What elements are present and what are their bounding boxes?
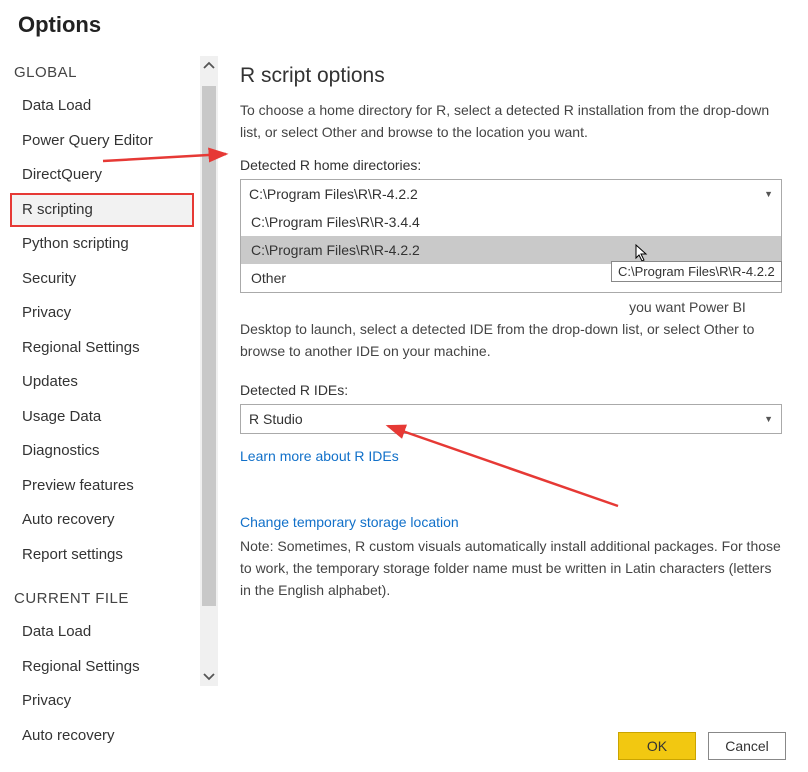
scroll-up-icon[interactable] <box>200 56 218 74</box>
sidebar: GLOBALData LoadPower Query EditorDirectQ… <box>0 46 218 696</box>
sidebar-item[interactable]: Privacy <box>10 684 194 719</box>
dropdown-option[interactable]: C:\Program Files\R\R-3.4.4 <box>241 208 781 236</box>
home-dir-label: Detected R home directories: <box>240 157 782 173</box>
sidebar-item[interactable]: Diagnostics <box>10 434 194 469</box>
sidebar-item[interactable]: Data Load <box>10 615 194 650</box>
sidebar-scrollbar[interactable] <box>200 56 218 686</box>
scrollbar-thumb[interactable] <box>202 86 216 606</box>
sidebar-item[interactable]: R scripting <box>10 193 194 228</box>
main-panel: R script options To choose a home direct… <box>218 46 808 696</box>
sidebar-item[interactable]: Usage Data <box>10 400 194 435</box>
cancel-button[interactable]: Cancel <box>708 732 786 760</box>
ide-intro-text: To choose which R integrated development… <box>240 297 782 362</box>
storage-note: Note: Sometimes, R custom visuals automa… <box>240 536 782 601</box>
sidebar-item[interactable]: Power Query Editor <box>10 124 194 159</box>
sidebar-item[interactable]: Regional Settings <box>10 650 194 685</box>
window-title: Options <box>0 0 808 46</box>
sidebar-item[interactable]: Report settings <box>10 538 194 573</box>
ide-value: R Studio <box>249 411 303 427</box>
sidebar-item[interactable]: Preview features <box>10 469 194 504</box>
dropdown-option-text: C:\Program Files\R\R-4.2.2 <box>251 242 420 258</box>
chevron-down-icon: ▼ <box>764 414 773 424</box>
body-area: GLOBALData LoadPower Query EditorDirectQ… <box>0 46 808 696</box>
sidebar-section-header: CURRENT FILE <box>10 572 218 615</box>
sidebar-section-header: GLOBAL <box>10 46 218 89</box>
chevron-down-icon: ▼ <box>764 189 773 199</box>
sidebar-item[interactable]: Python scripting <box>10 227 194 262</box>
dropdown-option-hovered[interactable]: C:\Program Files\R\R-4.2.2 C:\Program Fi… <box>241 236 781 264</box>
sidebar-item[interactable]: Updates <box>10 365 194 400</box>
sidebar-item[interactable]: Regional Settings <box>10 331 194 366</box>
intro-text: To choose a home directory for R, select… <box>240 100 782 143</box>
scroll-down-icon[interactable] <box>200 668 218 686</box>
panel-title: R script options <box>240 64 782 88</box>
home-dir-value: C:\Program Files\R\R-4.2.2 <box>249 186 418 202</box>
footer-buttons: OK Cancel <box>618 732 786 760</box>
learn-more-link[interactable]: Learn more about R IDEs <box>240 448 399 464</box>
home-dir-dropdown[interactable]: C:\Program Files\R\R-4.2.2 ▼ <box>240 179 782 209</box>
home-dir-dropdown-list: C:\Program Files\R\R-3.4.4 C:\Program Fi… <box>240 208 782 293</box>
ide-dropdown[interactable]: R Studio ▼ <box>240 404 782 434</box>
sidebar-item[interactable]: Auto recovery <box>10 503 194 538</box>
sidebar-item[interactable]: DirectQuery <box>10 158 194 193</box>
ok-button[interactable]: OK <box>618 732 696 760</box>
ide-label: Detected R IDEs: <box>240 382 782 398</box>
sidebar-item[interactable]: Security <box>10 262 194 297</box>
sidebar-item[interactable]: Auto recovery <box>10 719 194 754</box>
storage-link[interactable]: Change temporary storage location <box>240 514 459 530</box>
tooltip: C:\Program Files\R\R-4.2.2 <box>611 261 782 282</box>
sidebar-item[interactable]: Privacy <box>10 296 194 331</box>
sidebar-item[interactable]: Data Load <box>10 89 194 124</box>
